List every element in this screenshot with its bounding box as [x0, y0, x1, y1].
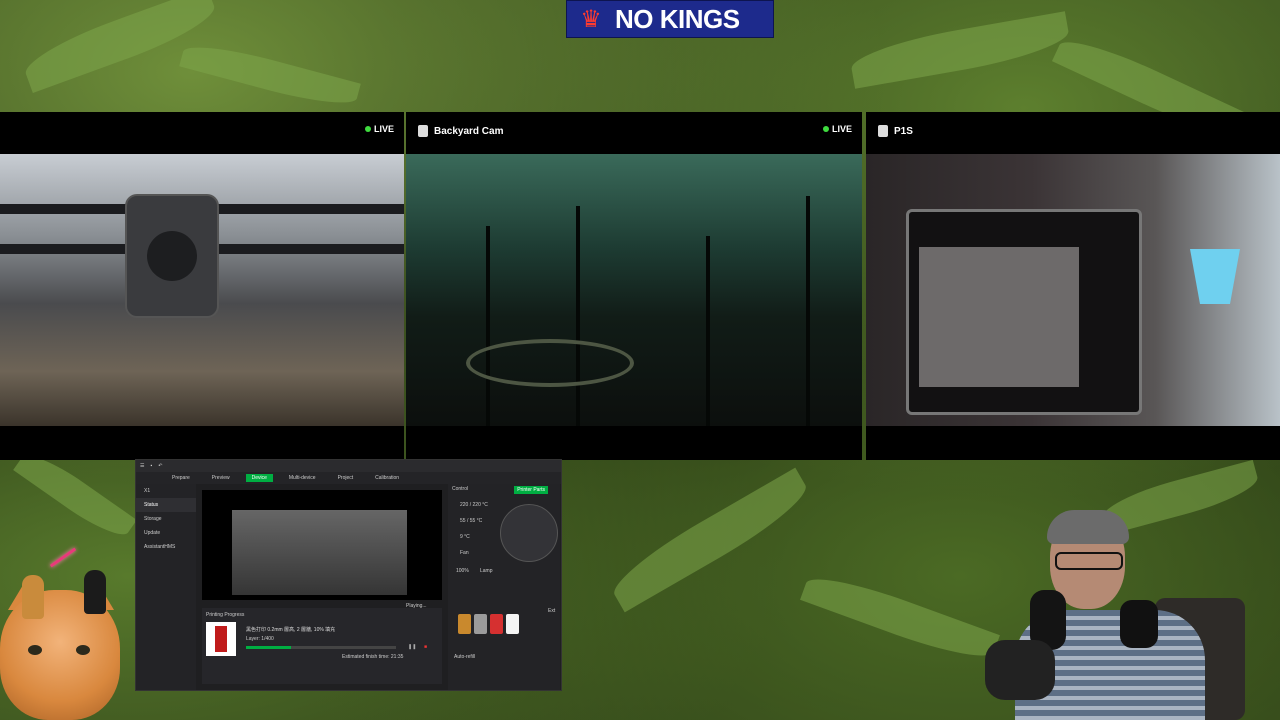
camera-icon [878, 125, 888, 137]
ams-slot-3[interactable] [490, 614, 503, 634]
live-label: LIVE [373, 124, 394, 134]
layer-label: Layer: 1/400 [246, 636, 274, 642]
figure-vader [84, 570, 106, 614]
cat-overlay [0, 580, 135, 720]
camera-row: LIVE Backyard Cam LIVE P1S [0, 112, 1280, 460]
cat-eye [28, 645, 42, 655]
camera-feed-toolhead [0, 154, 404, 426]
sidebar-item-storage[interactable]: Storage [136, 512, 196, 526]
auto-refill-button[interactable]: Auto-refill [454, 654, 475, 660]
bed-temp[interactable]: 55 / 55 °C [460, 518, 482, 524]
printing-progress-panel: Printing Progress 黑色打印 0.2mm 層高, 2 層牆, 1… [202, 608, 442, 684]
bambu-studio-window: ☰ ▪ ↶ Prepare Preview Device Multi-devic… [135, 459, 562, 691]
sidebar-item-update[interactable]: Update [136, 526, 196, 540]
camera-icon [418, 125, 428, 137]
ams-slots [458, 614, 519, 634]
app-titlebar: ☰ ▪ ↶ [136, 460, 561, 472]
live-indicator: LIVE [822, 124, 852, 134]
job-name: 黑色打印 0.2mm 層高, 2 層牆, 10% 填充 [246, 627, 336, 633]
printer-parts-button[interactable]: Printer Parts [514, 486, 548, 494]
ams-slot-2[interactable] [474, 614, 487, 634]
tree [806, 196, 810, 426]
camera-name: P1S [894, 125, 913, 137]
printed-cup [1190, 249, 1240, 304]
printer-toolhead [125, 194, 219, 318]
camera-feed-backyard [406, 154, 862, 426]
print-thumbnail [206, 622, 236, 656]
control-title: Control [452, 486, 469, 492]
save-icon[interactable]: ▪ [150, 463, 152, 469]
tree [706, 236, 710, 426]
speed-percent[interactable]: 100% [456, 568, 469, 574]
tab-multi-device[interactable]: Multi-device [283, 474, 322, 482]
p1s-printer [906, 209, 1142, 415]
tab-preview[interactable]: Preview [206, 474, 236, 482]
fan-label[interactable]: Fan [460, 550, 469, 556]
tab-calibration[interactable]: Calibration [369, 474, 405, 482]
camera-name: Backyard Cam [434, 125, 504, 137]
crown-icon: ♛ [580, 5, 602, 33]
camera-panel-1[interactable]: LIVE [0, 112, 404, 460]
camera-feed-p1s [866, 154, 1280, 426]
camera-panel-backyard[interactable]: Backyard Cam LIVE [406, 112, 862, 460]
live-dot-icon [822, 126, 829, 132]
no-kings-banner: ♛ NO KINGS [566, 0, 774, 38]
device-sidebar: X1 Status Storage Update AssistantHMS [136, 484, 196, 690]
undo-icon[interactable]: ↶ [158, 463, 162, 469]
webcam-streamer [985, 510, 1265, 720]
streamer-hand [985, 640, 1055, 700]
chamber-temp: 9 °C [460, 534, 470, 540]
printer-name[interactable]: X1 [136, 484, 196, 498]
camera-header: Backyard Cam [406, 112, 862, 150]
tree [486, 226, 490, 426]
ams-slot-1[interactable] [458, 614, 471, 634]
progress-fill [246, 646, 291, 649]
live-indicator: LIVE [364, 124, 394, 134]
figure-jedi [22, 575, 44, 619]
control-panel: Control Printer Parts 220 / 220 °C 55 / … [448, 484, 560, 690]
progress-title: Printing Progress [206, 612, 245, 618]
headphones [1120, 600, 1158, 648]
model-icon [215, 626, 227, 652]
glasses [1055, 552, 1123, 570]
sidebar-item-status[interactable]: Status [136, 498, 196, 512]
estimated-finish: Estimated finish time: 21:35 [342, 654, 404, 660]
ext-label: Ext [548, 608, 556, 614]
lamp-label[interactable]: Lamp [480, 568, 493, 574]
live-dot-icon [364, 126, 371, 132]
pause-button[interactable]: ❚❚ [408, 644, 416, 650]
tab-device[interactable]: Device [245, 474, 273, 482]
streamer-hair [1047, 510, 1129, 544]
axis-joystick[interactable] [500, 504, 558, 562]
banner-text: NO KINGS [615, 3, 740, 34]
camera-header [0, 112, 404, 150]
printer-camera-view [202, 490, 442, 600]
cat-eye [76, 645, 90, 655]
tab-project[interactable]: Project [332, 474, 360, 482]
progress-bar [246, 646, 396, 649]
tab-prepare[interactable]: Prepare [166, 474, 196, 482]
stop-button[interactable]: ■ [424, 644, 427, 650]
app-tabs: Prepare Preview Device Multi-device Proj… [136, 472, 561, 484]
camera-panel-p1s[interactable]: P1S [866, 112, 1280, 460]
live-label: LIVE [831, 124, 852, 134]
camera-header: P1S [866, 112, 1280, 150]
sidebar-item-assistant[interactable]: AssistantHMS [136, 540, 196, 554]
tree [576, 206, 580, 426]
nozzle-temp[interactable]: 220 / 220 °C [460, 502, 488, 508]
print-bed [232, 510, 407, 595]
printer-window [919, 247, 1079, 387]
menu-icon[interactable]: ☰ [140, 463, 144, 469]
ams-slot-4[interactable] [506, 614, 519, 634]
pond [466, 339, 634, 387]
toolhead-fan [147, 231, 197, 281]
